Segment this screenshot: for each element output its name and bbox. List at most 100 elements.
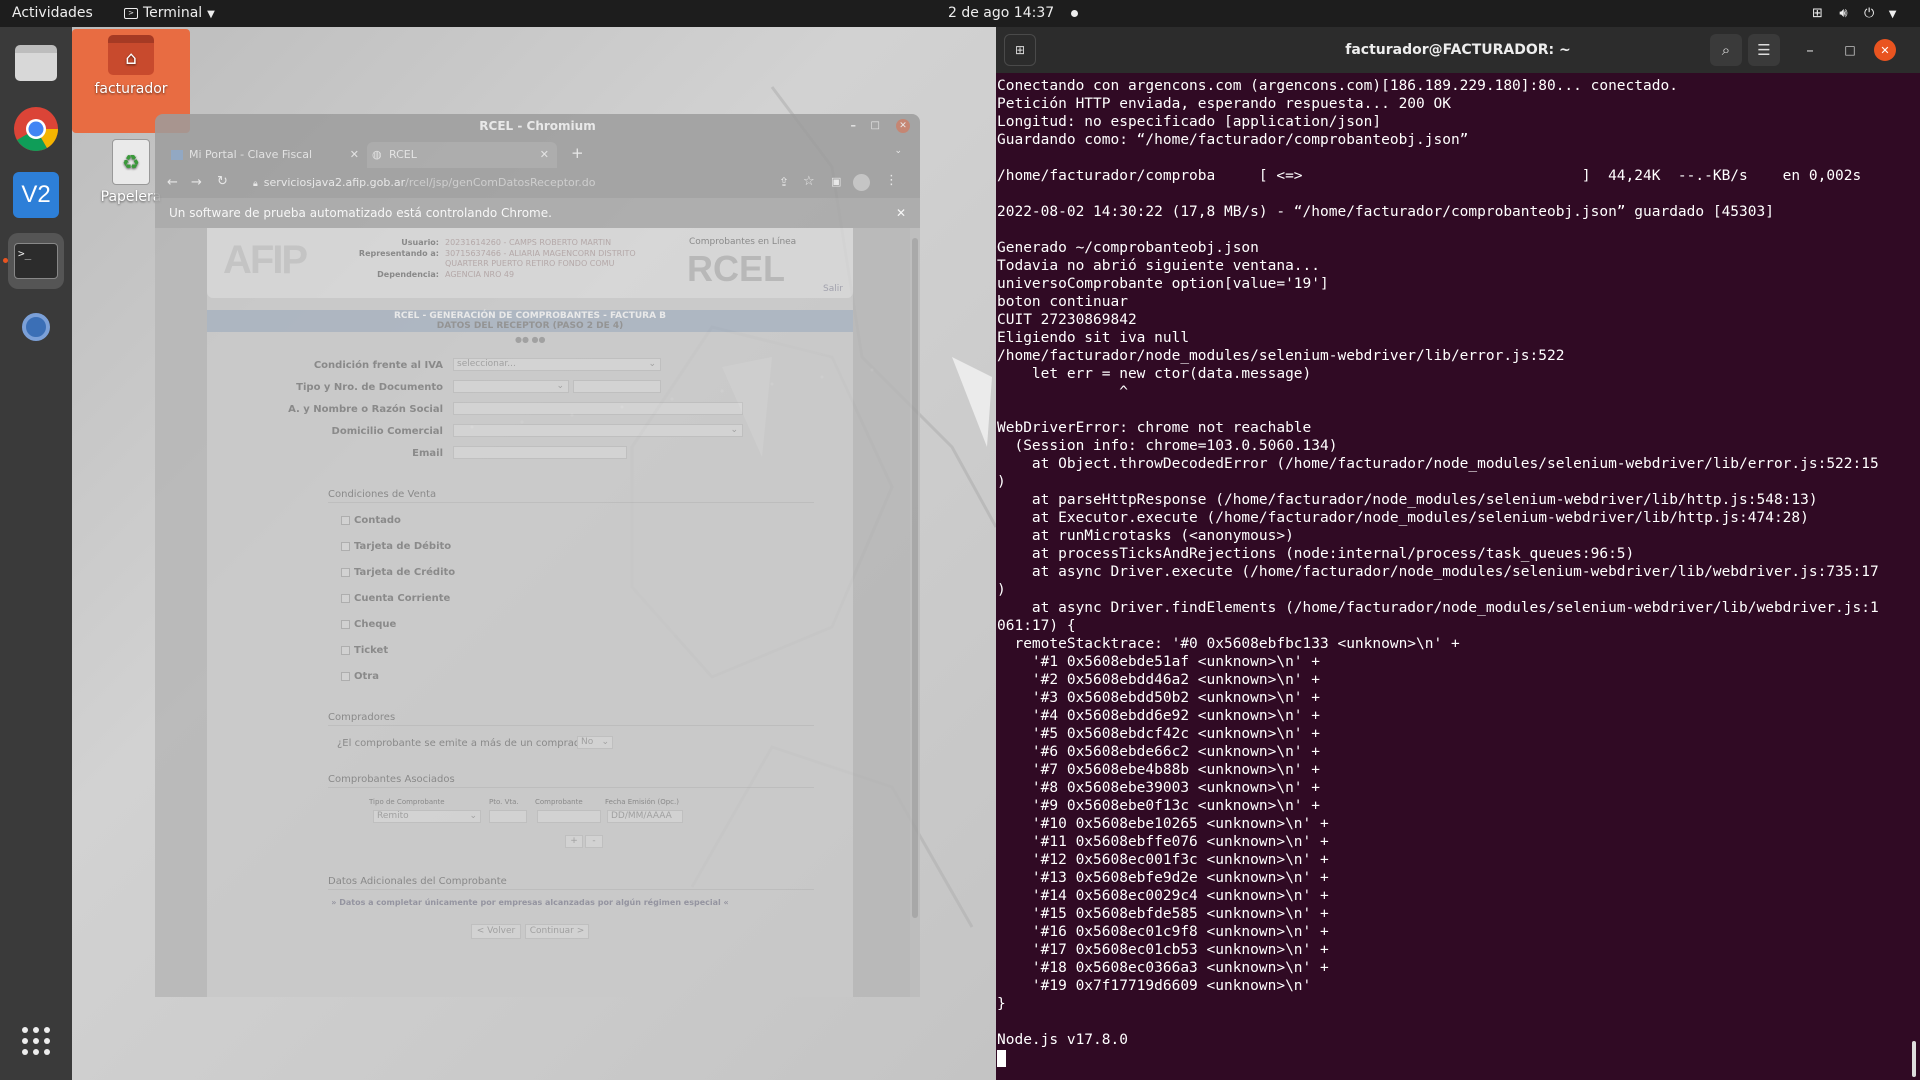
tab-label: Mi Portal - Clave Fiscal (189, 148, 313, 161)
tab-strip: Mi Portal - Clave Fiscal ✕ ◍ RCEL ✕ + ⌄ (155, 138, 920, 168)
profile-avatar[interactable] (853, 174, 870, 191)
address-label: Domicilio Comercial (331, 426, 443, 437)
condition-credit[interactable]: Tarjeta de Crédito (341, 567, 455, 578)
checkbox[interactable] (341, 593, 350, 603)
dock-chrome[interactable] (8, 101, 64, 157)
minimize-icon[interactable]: – (851, 114, 857, 138)
window-titlebar[interactable]: RCEL - Chromium – □ ✕ (155, 114, 920, 138)
condition-debit[interactable]: Tarjeta de Débito (341, 541, 451, 552)
email-input[interactable] (453, 446, 627, 459)
assoc-pos-input[interactable] (489, 810, 527, 823)
assoc-type-value: Remito (377, 811, 409, 821)
checkbox[interactable] (341, 515, 350, 525)
app-menu[interactable]: > Terminal ▼ (124, 0, 215, 27)
chromium-window[interactable]: RCEL - Chromium – □ ✕ Mi Portal - Clave … (155, 114, 920, 997)
assoc-type-select[interactable]: Remito ⌄ (373, 810, 481, 823)
activities-button[interactable]: Actividades (12, 0, 93, 27)
chevron-down-icon: ⌄ (469, 811, 477, 821)
address-bar[interactable]: 🔒︎ serviciosjava2.afip.gob.ar/rcel/jsp/ge… (241, 171, 661, 195)
network-icon: ⊞ (1812, 6, 1823, 21)
terminal-app-icon: > (124, 7, 138, 19)
tab-search-icon[interactable]: ⌄ (894, 146, 902, 156)
buyers-select[interactable]: No ⌄ (577, 736, 613, 749)
dock-terminal[interactable]: >_ (3, 233, 64, 289)
reload-icon[interactable]: ↻ (217, 174, 228, 189)
dock-vnc[interactable]: V2 (8, 167, 64, 223)
clock[interactable]: 2 de ago 14:37 (948, 0, 1078, 27)
assoc-remove-button[interactable]: - (585, 835, 603, 848)
close-tab-icon[interactable]: ✕ (540, 142, 549, 168)
checkbox-label: Tarjeta de Débito (354, 541, 452, 552)
dep-value: AGENCIA NRO 49 (445, 270, 515, 279)
search-button[interactable]: ⌕ (1710, 34, 1742, 66)
show-applications-button[interactable] (8, 1013, 64, 1069)
vnc-icon: V2 (13, 172, 59, 218)
step-indicator: ●● ●● (515, 335, 546, 344)
close-tab-icon[interactable]: ✕ (350, 142, 359, 168)
assoc-number-input[interactable] (537, 810, 601, 823)
checkbox[interactable] (341, 567, 350, 577)
terminal-title: facturador@FACTURADOR: ~ (1345, 42, 1571, 58)
back-button[interactable]: < Volver (471, 924, 521, 939)
globe-icon: ◍ (372, 148, 382, 161)
assoc-add-button[interactable]: + (565, 835, 583, 848)
iva-select[interactable]: seleccionar... ⌄ (453, 358, 661, 371)
doc-number-input[interactable] (573, 380, 661, 393)
terminal-output[interactable]: Conectando con argencons.com (argencons.… (996, 73, 1920, 1080)
assoc-date-input[interactable]: DD/MM/AAAA (607, 810, 683, 823)
exit-link[interactable]: Salir (823, 284, 843, 294)
condition-cheque[interactable]: Cheque (341, 619, 396, 630)
address-select[interactable]: ⌄ (453, 424, 743, 437)
name-input[interactable] (453, 402, 743, 415)
scrollbar-thumb[interactable] (912, 238, 918, 918)
page-scrollbar[interactable] (910, 228, 920, 997)
terminal-scrollbar[interactable] (1912, 1041, 1916, 1077)
maximize-icon[interactable]: □ (871, 114, 880, 138)
bookmark-star-icon[interactable]: ☆ (803, 174, 815, 189)
terminal-text: Conectando con argencons.com (argencons.… (997, 78, 1879, 1048)
system-tray[interactable]: ⊞ 🔊︎ ⏻ ▼ (1812, 0, 1896, 27)
maximize-button[interactable]: □ (1834, 34, 1866, 66)
chevron-down-icon: ▼ (207, 9, 215, 20)
close-icon[interactable]: ✕ (896, 119, 910, 133)
menu-button[interactable]: ☰ (1748, 34, 1780, 66)
checkbox[interactable] (341, 541, 350, 551)
doc-type-select[interactable]: ⌄ (453, 380, 569, 393)
condition-account[interactable]: Cuenta Corriente (341, 593, 450, 604)
condition-other[interactable]: Otra (341, 671, 379, 682)
minimize-button[interactable]: – (1794, 34, 1826, 66)
email-label: Email (412, 448, 443, 459)
side-panel-icon[interactable]: ▣ (831, 175, 841, 188)
continue-button[interactable]: Continuar > (525, 924, 589, 939)
kebab-menu-icon[interactable]: ⋮ (885, 173, 898, 188)
condition-ticket[interactable]: Ticket (341, 645, 388, 656)
close-infobar-icon[interactable]: ✕ (896, 198, 906, 228)
buyers-value: No (581, 737, 594, 747)
home-folder-icon: ⌂ (108, 35, 154, 75)
terminal-headerbar[interactable]: ⊞ facturador@FACTURADOR: ~ ⌕ ☰ – □ ✕ (996, 27, 1920, 73)
new-tab-icon[interactable]: + (571, 144, 584, 162)
dep-label: Dependencia: (377, 270, 439, 279)
close-button[interactable]: ✕ (1874, 39, 1896, 61)
checkbox[interactable] (341, 619, 350, 629)
rep-label: Representando a: (358, 249, 439, 258)
share-icon[interactable]: ⇪ (779, 175, 789, 189)
terminal-window[interactable]: ⊞ facturador@FACTURADOR: ~ ⌕ ☰ – □ ✕ Con… (996, 27, 1920, 1080)
tab-rcel[interactable]: ◍ RCEL ✕ (367, 142, 557, 168)
rcel-form: AFIP Usuario: 20231614260 - CAMPS ROBERT… (207, 228, 853, 997)
back-icon[interactable]: ← (167, 175, 178, 190)
checkbox[interactable] (341, 671, 350, 681)
toolbar: ← → ↻ 🔒︎ serviciosjava2.afip.gob.ar/rcel/… (155, 168, 920, 198)
dock-files[interactable] (8, 35, 64, 91)
assoc-header-pos: Pto. Vta. (489, 798, 519, 806)
dock-chromium[interactable] (8, 299, 64, 355)
forward-icon[interactable]: → (191, 175, 202, 190)
chrome-icon (14, 107, 58, 151)
chevron-down-icon: ⌄ (730, 425, 738, 435)
afip-logo: AFIP (223, 238, 308, 282)
tab-mi-portal[interactable]: Mi Portal - Clave Fiscal ✕ (167, 142, 367, 168)
checkbox[interactable] (341, 645, 350, 655)
checkbox-label: Tarjeta de Crédito (354, 567, 456, 578)
condition-cash[interactable]: Contado (341, 515, 401, 526)
checkbox-label: Ticket (354, 645, 389, 656)
